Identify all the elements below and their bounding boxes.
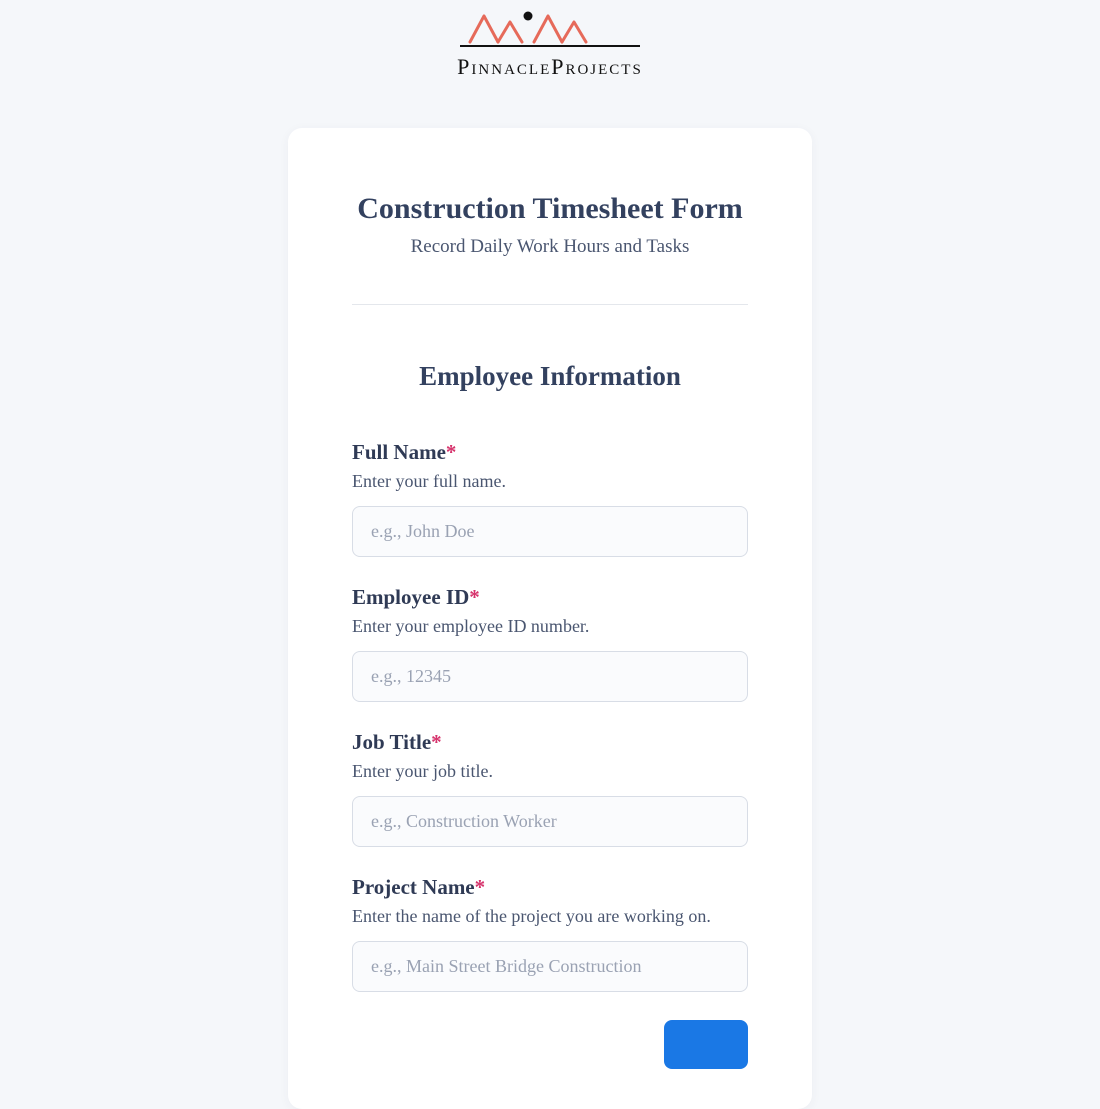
description-full-name: Enter your full name.: [352, 471, 748, 492]
label-employee-id: Employee ID*: [352, 585, 748, 610]
field-job-title: Job Title* Enter your job title.: [352, 730, 748, 847]
label-job-title: Job Title*: [352, 730, 748, 755]
required-marker: *: [469, 585, 480, 609]
required-marker: *: [446, 440, 457, 464]
full-name-input[interactable]: [352, 506, 748, 557]
label-full-name: Full Name*: [352, 440, 748, 465]
description-employee-id: Enter your employee ID number.: [352, 616, 748, 637]
brand-logo: PinnacleProjects: [440, 8, 660, 80]
field-project-name: Project Name* Enter the name of the proj…: [352, 875, 748, 992]
label-text: Project Name: [352, 875, 475, 899]
description-project-name: Enter the name of the project you are wo…: [352, 906, 748, 927]
divider: [352, 304, 748, 305]
button-row: [352, 1020, 748, 1069]
next-button[interactable]: [664, 1020, 749, 1069]
label-project-name: Project Name*: [352, 875, 748, 900]
label-text: Job Title: [352, 730, 431, 754]
label-text: Full Name: [352, 440, 446, 464]
employee-id-input[interactable]: [352, 651, 748, 702]
mountain-peaks-icon: [440, 8, 660, 48]
field-full-name: Full Name* Enter your full name.: [352, 440, 748, 557]
form-card: Construction Timesheet Form Record Daily…: [288, 128, 812, 1109]
form-title: Construction Timesheet Form: [352, 192, 748, 226]
description-job-title: Enter your job title.: [352, 761, 748, 782]
field-employee-id: Employee ID* Enter your employee ID numb…: [352, 585, 748, 702]
required-marker: *: [431, 730, 442, 754]
brand-name: PinnacleProjects: [457, 54, 643, 80]
job-title-input[interactable]: [352, 796, 748, 847]
project-name-input[interactable]: [352, 941, 748, 992]
section-title-employee-info: Employee Information: [352, 361, 748, 392]
page-root: PinnacleProjects Construction Timesheet …: [0, 0, 1100, 1109]
label-text: Employee ID: [352, 585, 469, 609]
required-marker: *: [475, 875, 486, 899]
form-subtitle: Record Daily Work Hours and Tasks: [352, 236, 748, 258]
